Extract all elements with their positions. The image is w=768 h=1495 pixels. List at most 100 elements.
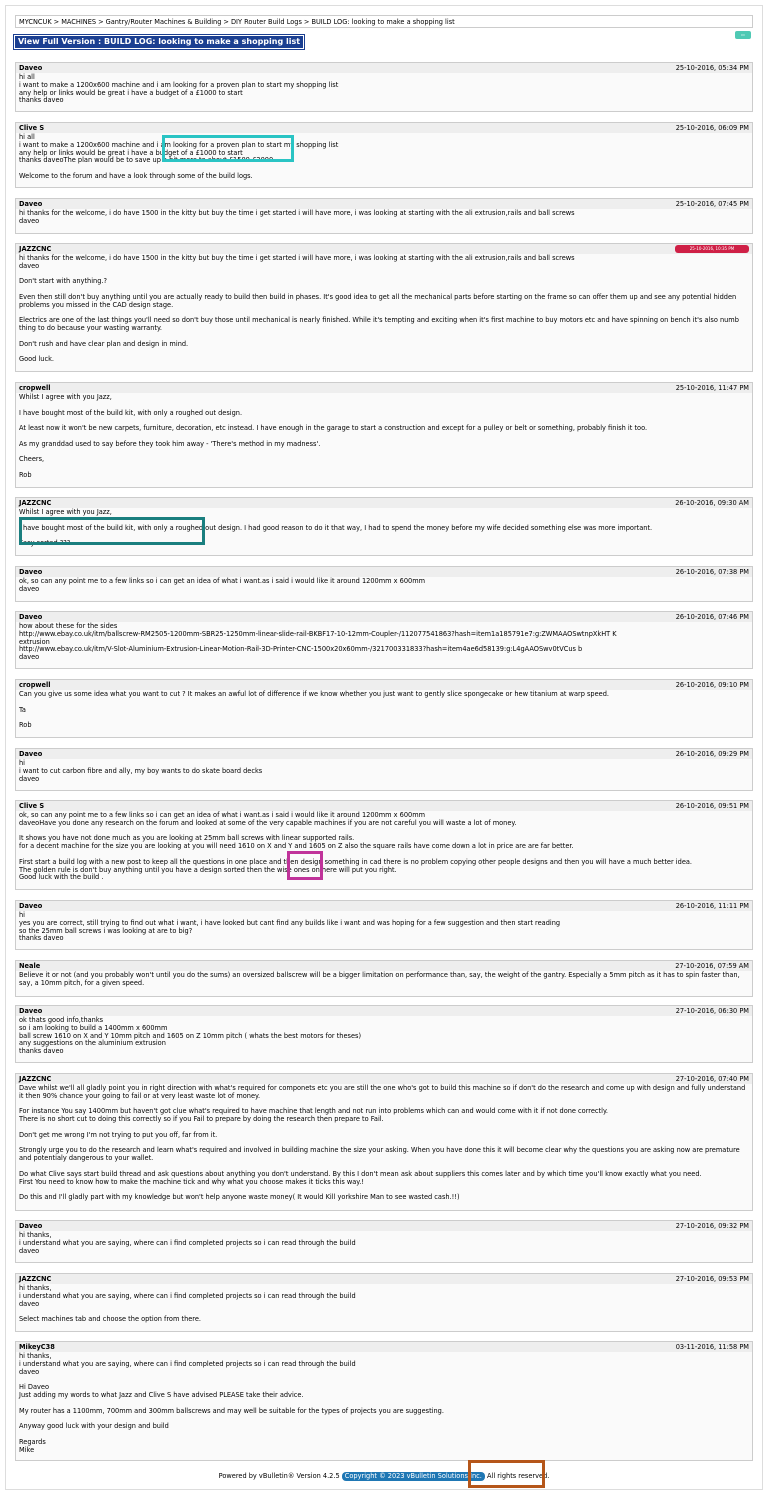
breadcrumb: MYCNCUK > MACHINES > Gantry/Router Machines … <box>15 15 753 28</box>
post-date: 27-10-2016, 07:40 PM <box>675 1075 749 1083</box>
post-author: cropwell <box>19 681 51 689</box>
post-header: Daveo 25-10-2016, 05:34 PM <box>16 63 752 73</box>
post-header: cropwell 26-10-2016, 09:10 PM <box>16 680 752 690</box>
powered-by-text: Powered by vBulletin® Version 4.2.5 <box>218 1472 340 1480</box>
rights-text: All rights reserved. <box>487 1472 550 1480</box>
post-date: 26-10-2016, 11:11 PM <box>675 902 749 910</box>
post-body: hi thanks, i understand what you are say… <box>19 1231 356 1255</box>
post: Daveo 26-10-2016, 11:11 PM hi yes you are … <box>15 900 753 950</box>
post: Daveo 27-10-2016, 09:32 PM hi thanks, i un… <box>15 1220 753 1263</box>
post: JAZZCNC 25-10-2016, 10:35 PM hi thanks for… <box>15 243 753 372</box>
post-header: JAZZCNC 27-10-2016, 09:53 PM <box>16 1274 752 1284</box>
post-date: 26-10-2016, 07:38 PM <box>675 568 749 576</box>
language-flag-icon[interactable]: ▭ <box>735 31 751 39</box>
post-date: 03-11-2016, 11:58 PM <box>675 1343 749 1351</box>
post-date: 27-10-2016, 06:30 PM <box>675 1007 749 1015</box>
post-date: 25-10-2016, 11:47 PM <box>675 384 749 392</box>
post: Daveo 26-10-2016, 07:46 PM how about these… <box>15 611 753 669</box>
post-body: Whilst I agree with you Jazz, I have bou… <box>19 508 653 548</box>
post-header: Daveo 25-10-2016, 07:45 PM <box>16 199 752 209</box>
post-header: Daveo 26-10-2016, 07:46 PM <box>16 612 752 622</box>
post-author: Daveo <box>19 750 43 758</box>
post-body: Can you give us some idea what you want … <box>19 690 609 730</box>
post-body: ok thats good info,thanks so i am lookin… <box>19 1016 362 1056</box>
post-author: cropwell <box>19 384 51 392</box>
view-full-version-link[interactable]: View Full Version : BUILD LOG: looking t… <box>12 34 306 50</box>
post-date: 25-10-2016, 05:34 PM <box>675 64 749 72</box>
breadcrumb-current: BUILD LOG: looking to make a shopping li… <box>311 18 455 26</box>
post-header: Clive S 25-10-2016, 06:09 PM <box>16 123 752 133</box>
post: JAZZCNC 27-10-2016, 09:53 PM hi thanks, i … <box>15 1273 753 1332</box>
post-header: MikeyC38 03-11-2016, 11:58 PM <box>16 1342 752 1352</box>
post-body: hi thanks for the welcome, i do have 150… <box>19 254 739 364</box>
post-body: hi i want to cut carbon fibre and ally, … <box>19 759 263 783</box>
breadcrumb-machines[interactable]: MACHINES <box>61 18 96 26</box>
copyright-text: Copyright © 2023 vBulletin Solutions Inc… <box>341 1472 485 1481</box>
post-header: Daveo 26-10-2016, 09:29 PM <box>16 749 752 759</box>
post-header: Daveo 26-10-2016, 07:38 PM <box>16 567 752 577</box>
post: Daveo 26-10-2016, 07:38 PM ok, so can any … <box>15 566 753 602</box>
post: Daveo 27-10-2016, 06:30 PM ok thats good i… <box>15 1005 753 1063</box>
breadcrumb-separator: > <box>98 18 104 26</box>
post: JAZZCNC 27-10-2016, 07:40 PM Dave whilst w… <box>15 1073 753 1211</box>
post-header: JAZZCNC 26-10-2016, 09:30 AM <box>16 498 752 508</box>
post-date: 27-10-2016, 09:53 PM <box>675 1275 749 1283</box>
post-header: Clive S 26-10-2016, 09:51 PM <box>16 801 752 811</box>
post-author: JAZZCNC <box>19 245 52 253</box>
post-body: hi all i want to make a 1200x600 machine… <box>19 133 339 180</box>
post-author: Neale <box>19 962 41 970</box>
post-body: Dave whilst we'll all gladly point you i… <box>19 1084 746 1202</box>
post-body: Whilst I agree with you Jazz, I have bou… <box>19 393 648 479</box>
footer: Powered by vBulletin® Version 4.2.5 Copy… <box>0 1471 768 1481</box>
post-author: MikeyC38 <box>19 1343 55 1351</box>
breadcrumb-separator: > <box>223 18 229 26</box>
post: Neale 27-10-2016, 07:59 AM Believe it or n… <box>15 960 753 997</box>
post-author: JAZZCNC <box>19 1075 52 1083</box>
post-author: Daveo <box>19 902 43 910</box>
post-header: JAZZCNC 25-10-2016, 10:35 PM <box>16 244 752 254</box>
post-body: hi yes you are correct, still trying to … <box>19 911 561 943</box>
breadcrumb-build-logs[interactable]: DIY Router Build Logs <box>231 18 302 26</box>
post-body: ok, so can any point me to a few links s… <box>19 811 693 882</box>
breadcrumb-home[interactable]: MYCNCUK <box>19 18 52 26</box>
post-date: 27-10-2016, 09:32 PM <box>675 1222 749 1230</box>
post: Daveo 26-10-2016, 09:29 PM hi i want to cu… <box>15 748 753 791</box>
post-body: hi thanks, i understand what you are say… <box>19 1352 444 1454</box>
post-body: hi all i want to make a 1200x600 machine… <box>19 73 339 105</box>
post: JAZZCNC 26-10-2016, 09:30 AM Whilst I agre… <box>15 497 753 556</box>
breadcrumb-separator: > <box>53 18 60 26</box>
post-header: JAZZCNC 27-10-2016, 07:40 PM <box>16 1074 752 1084</box>
post-header: Neale 27-10-2016, 07:59 AM <box>16 961 752 971</box>
post: cropwell 26-10-2016, 09:10 PM Can you give… <box>15 679 753 738</box>
post-date: 26-10-2016, 09:10 PM <box>675 681 749 689</box>
post: Daveo 25-10-2016, 05:34 PM hi all i want t… <box>15 62 753 112</box>
post-date: 26-10-2016, 09:51 PM <box>675 802 749 810</box>
post: Clive S 25-10-2016, 06:09 PM hi all i want… <box>15 122 753 188</box>
post-header: Daveo 26-10-2016, 11:11 PM <box>16 901 752 911</box>
post-author: Daveo <box>19 613 43 621</box>
post-author: Daveo <box>19 1222 43 1230</box>
post-date: 26-10-2016, 09:29 PM <box>675 750 749 758</box>
post-body: Believe it or not (and you probably won'… <box>19 971 742 987</box>
post-date: 25-10-2016, 07:45 PM <box>675 200 749 208</box>
post: Daveo 25-10-2016, 07:45 PM hi thanks for t… <box>15 198 753 234</box>
post-author: JAZZCNC <box>19 499 52 507</box>
post-date: 27-10-2016, 07:59 AM <box>675 962 749 970</box>
post-body: hi thanks for the welcome, i do have 150… <box>19 209 575 225</box>
post-header: Daveo 27-10-2016, 09:32 PM <box>16 1221 752 1231</box>
post-author: Clive S <box>19 802 45 810</box>
breadcrumb-separator: > <box>303 18 310 26</box>
post-author: Clive S <box>19 124 45 132</box>
breadcrumb-gantry[interactable]: Gantry/Router Machines & Building <box>106 18 222 26</box>
post: cropwell 25-10-2016, 11:47 PM Whilst I agr… <box>15 382 753 488</box>
post-header: Daveo 27-10-2016, 06:30 PM <box>16 1006 752 1016</box>
post-author: Daveo <box>19 64 43 72</box>
post-author: Daveo <box>19 568 43 576</box>
post-body: how about these for the sides http://www… <box>19 622 617 662</box>
post-date-badge: 25-10-2016, 10:35 PM <box>675 245 749 253</box>
post-date: 26-10-2016, 09:30 AM <box>675 499 749 507</box>
post: Clive S 26-10-2016, 09:51 PM ok, so can an… <box>15 800 753 890</box>
post-body: ok, so can any point me to a few links s… <box>19 577 426 593</box>
post-author: Daveo <box>19 200 43 208</box>
post-date: 25-10-2016, 06:09 PM <box>675 124 749 132</box>
